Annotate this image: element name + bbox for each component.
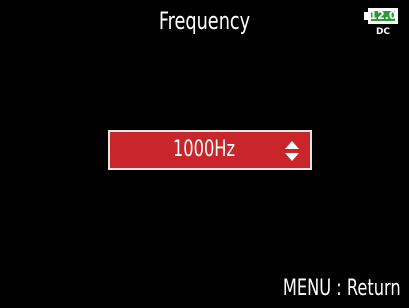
device-screen: Frequency 12.0 DC 1000Hz MENU : Return <box>0 0 409 308</box>
battery-voltage: 12.0 <box>369 9 397 22</box>
menu-return-hint: MENU : Return <box>283 276 401 301</box>
battery-indicator: 12.0 DC <box>364 8 402 40</box>
page-title: Frequency <box>158 7 251 35</box>
up-down-arrows-icon[interactable] <box>284 140 300 162</box>
power-source-label: DC <box>375 27 391 37</box>
frequency-selector[interactable]: 1000Hz <box>108 130 312 170</box>
frequency-value: 1000Hz <box>172 137 236 162</box>
